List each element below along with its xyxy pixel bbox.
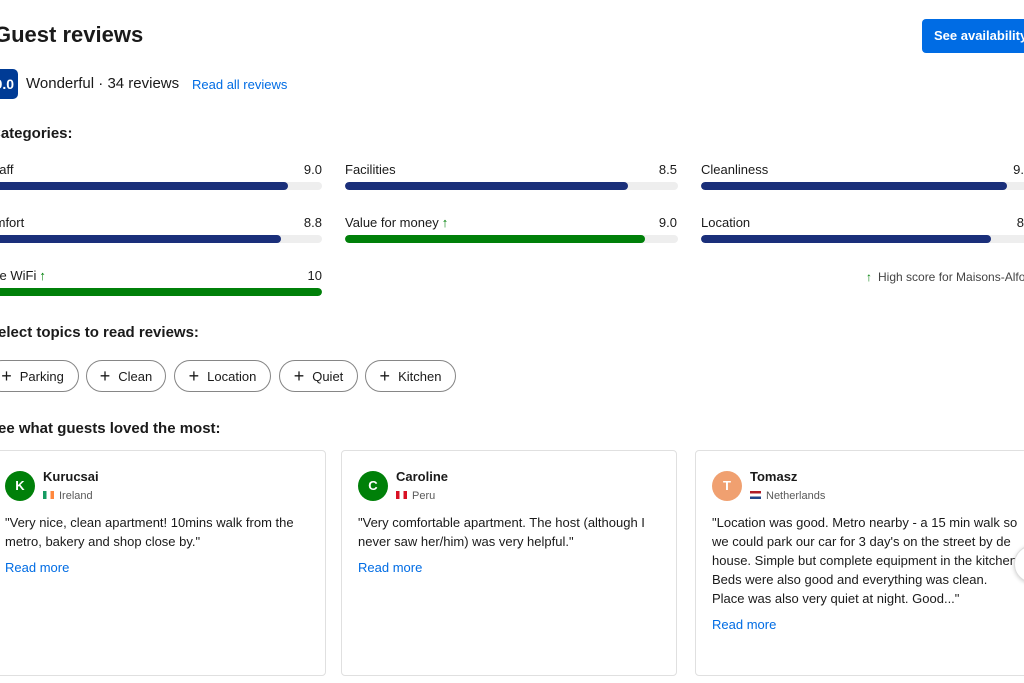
category-label: Facilities [345,162,396,177]
rating-separator: · [98,75,104,92]
score-badge: 9.0 [0,69,18,99]
reviewer-country: Netherlands [750,490,825,502]
category-bar-fill [0,235,281,243]
chip-label: Kitchen [398,369,442,384]
category-label: Cleanliness [701,162,769,177]
high-score-note: ↑ High score for Maisons-Alfo [866,270,1024,284]
topics-heading: Select topics to read reviews: [0,324,199,341]
category-label: Value for money ↑ [345,215,448,230]
category-bar [345,182,678,190]
category-label: Free WiFi↑ [0,268,46,283]
reviewer-country: Ireland [43,490,93,502]
category-bar-fill [0,182,288,190]
chip-label: Quiet [312,369,344,384]
reviewer-name: Caroline [396,469,449,484]
country-name: Peru [412,490,436,502]
category-bar-fill [701,182,1007,190]
read-all-reviews-link[interactable]: Read all reviews [192,77,287,92]
reviewer-name: Kurucsai [43,469,99,484]
reviewer-name: Tomasz [750,469,798,484]
category-bar [701,235,1024,243]
arrow-up-icon: ↑ [39,268,46,283]
plus-icon: + [293,366,305,386]
category-value: 8 [1016,215,1024,230]
category-value: 8.8 [303,215,322,230]
page-title: Guest reviews [0,22,144,47]
categories-heading: Categories: [0,125,73,142]
rating-summary: Wonderful · 34 reviews [26,75,179,92]
netherlands-flag-icon [750,491,761,499]
category-value: 9.0 [658,215,677,230]
topic-chip-location[interactable]: + Location [174,360,271,392]
category-bar [345,235,678,243]
category-label: Comfort [0,215,25,230]
review-quote: "Location was good. Metro nearby - a 15 … [712,515,1021,606]
category-label-text: Free WiFi [0,268,37,283]
peru-flag-icon [396,491,407,499]
review-quote: "Very nice, clean apartment! 10mins walk… [5,515,294,549]
arrow-up-icon: ↑ [866,270,872,284]
review-card: C Caroline Peru "Very comfortable apartm… [341,450,677,676]
review-count: 34 reviews [107,75,180,92]
category-bar-fill [701,235,991,243]
topic-chip-parking[interactable]: + Parking [0,360,79,392]
read-more-link[interactable]: Read more [5,560,69,575]
rating-word: Wonderful [26,75,95,92]
review-card: T Tomasz Netherlands "Location was good.… [695,450,1024,676]
category-label: Staff [0,162,14,177]
avatar: T [712,471,742,501]
category-bar-fill [345,235,645,243]
chip-label: Parking [19,369,64,384]
avatar: K [5,471,35,501]
plus-icon: + [188,366,200,386]
topic-chip-kitchen[interactable]: + Kitchen [365,360,456,392]
category-bar [0,182,322,190]
read-more-link[interactable]: Read more [712,617,776,632]
loved-heading: See what guests loved the most: [0,420,221,437]
category-value: 9. [1013,162,1024,177]
category-bar [0,235,322,243]
read-more-link[interactable]: Read more [358,560,422,575]
chip-label: Clean [118,369,153,384]
category-bar [701,182,1024,190]
category-value: 9.0 [303,162,322,177]
review-card: K Kurucsai Ireland "Very nice, clean apa… [0,450,326,676]
ireland-flag-icon [43,491,54,499]
category-label-text: Value for money [345,215,439,230]
reviewer-country: Peru [396,490,435,502]
topic-chip-quiet[interactable]: + Quiet [279,360,358,392]
avatar: C [358,471,388,501]
see-availability-button[interactable]: See availability [922,19,1024,53]
category-bar [0,288,322,296]
review-quote: "Very comfortable apartment. The host (a… [358,515,645,549]
category-label: Location [701,215,751,230]
category-bar-fill [345,182,629,190]
category-value: 8.5 [658,162,677,177]
category-value: 10 [307,268,322,283]
country-name: Netherlands [766,490,826,502]
topic-chip-clean[interactable]: + Clean [86,360,166,392]
high-score-text: High score for Maisons-Alfo [878,270,1024,284]
plus-icon: + [99,366,111,386]
arrow-up-icon: ↑ [441,215,449,230]
plus-icon: + [379,366,391,386]
country-name: Ireland [59,490,93,502]
plus-icon: + [1,366,12,386]
chip-label: Location [207,369,257,384]
category-bar-fill [0,288,322,296]
